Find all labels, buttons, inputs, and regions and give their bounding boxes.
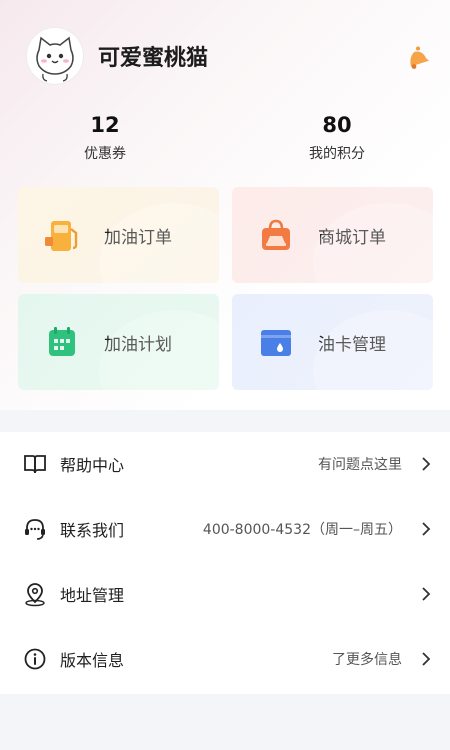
location-pin-icon bbox=[25, 583, 45, 607]
mall-orders-card[interactable]: 商城订单 bbox=[232, 187, 433, 283]
points-stat[interactable]: 80 我的积分 bbox=[287, 112, 387, 163]
book-icon bbox=[24, 455, 46, 474]
fuel-orders-label: 加油订单 bbox=[104, 227, 172, 248]
menu-value-version: 了更多信息 bbox=[332, 652, 402, 668]
menu-label-contact: 联系我们 bbox=[60, 521, 125, 540]
calendar-icon bbox=[40, 320, 84, 364]
bell-icon[interactable] bbox=[404, 45, 430, 71]
menu-value-help: 有问题点这里 bbox=[318, 457, 402, 473]
chevron-right-icon bbox=[422, 652, 431, 666]
shopping-bag-icon bbox=[254, 213, 298, 257]
username: 可爱蜜桃猫 bbox=[98, 46, 209, 71]
menu-label-address: 地址管理 bbox=[60, 586, 125, 605]
menu-label-help: 帮助中心 bbox=[60, 456, 125, 475]
fuel-card-icon bbox=[254, 320, 298, 364]
profile-block[interactable]: 可爱蜜桃猫 bbox=[26, 27, 208, 85]
menu-label-version: 版本信息 bbox=[60, 651, 125, 670]
fuel-plan-card[interactable]: 加油计划 bbox=[18, 294, 219, 390]
mall-orders-label: 商城订单 bbox=[318, 227, 386, 248]
fuel-card-mgmt-label: 油卡管理 bbox=[318, 334, 386, 355]
coupons-count: 12 bbox=[90, 113, 120, 137]
headset-icon bbox=[25, 519, 45, 540]
profile-header: 可爱蜜桃猫 12 优惠券 80 我的积分 加油订单 商城订单 加油计划 油卡管理 bbox=[0, 0, 450, 410]
fuel-card-mgmt-card[interactable]: 油卡管理 bbox=[232, 294, 433, 390]
menu-item-contact[interactable]: 联系我们 400-8000-4532（周一–周五） bbox=[0, 497, 450, 561]
points-label: 我的积分 bbox=[309, 146, 365, 162]
cat-avatar-icon bbox=[36, 36, 74, 82]
fuel-orders-card[interactable]: 加油订单 bbox=[18, 187, 219, 283]
chevron-right-icon bbox=[422, 457, 431, 471]
settings-menu: 帮助中心 有问题点这里 联系我们 400-8000-4532（周一–周五） 地址… bbox=[0, 432, 450, 694]
menu-value-contact: 400-8000-4532（周一–周五） bbox=[202, 522, 402, 538]
chevron-right-icon bbox=[422, 587, 431, 601]
menu-item-address[interactable]: 地址管理 bbox=[0, 562, 450, 626]
coupons-stat[interactable]: 12 优惠券 bbox=[55, 112, 155, 163]
chevron-right-icon bbox=[422, 522, 431, 536]
info-icon bbox=[24, 648, 46, 670]
fuel-plan-label: 加油计划 bbox=[104, 334, 172, 355]
coupons-label: 优惠券 bbox=[84, 146, 126, 162]
points-count: 80 bbox=[322, 113, 352, 137]
menu-item-version[interactable]: 版本信息 了更多信息 bbox=[0, 627, 450, 691]
avatar[interactable] bbox=[26, 27, 84, 85]
fuel-pump-icon bbox=[40, 213, 84, 257]
menu-item-help[interactable]: 帮助中心 有问题点这里 bbox=[0, 432, 450, 496]
